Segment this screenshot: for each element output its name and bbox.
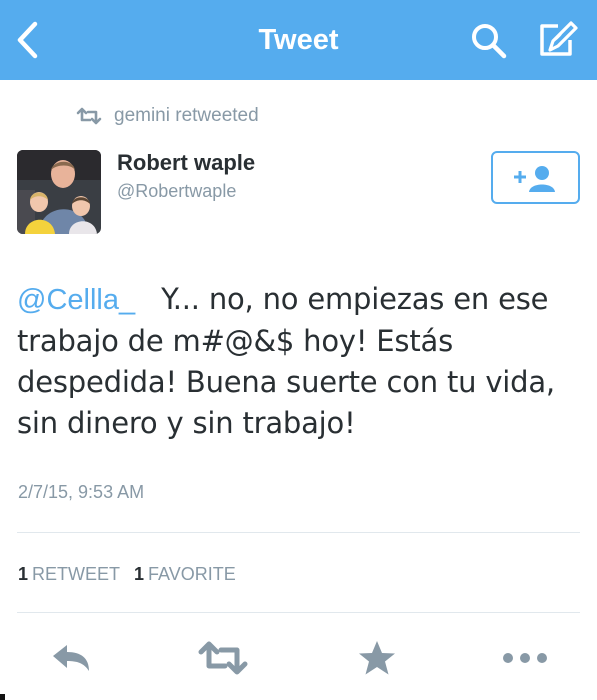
tweet-text: @Cellla_ Y... no, no empiezas en ese trab… xyxy=(17,279,582,444)
author-handle[interactable]: @Robertwaple xyxy=(117,181,236,202)
search-button[interactable] xyxy=(470,22,508,60)
retweet-icon xyxy=(76,107,102,125)
retweet-button[interactable] xyxy=(193,638,253,678)
favorite-count-label: FAVORITE xyxy=(148,564,236,584)
retweet-count-link[interactable]: 1 RETWEET xyxy=(18,564,120,585)
divider xyxy=(17,532,580,533)
tweet-timestamp: 2/7/15, 9:53 AM xyxy=(18,482,145,502)
add-user-icon xyxy=(514,166,555,192)
follow-button[interactable] xyxy=(491,151,580,204)
more-button[interactable] xyxy=(498,638,552,678)
avatar[interactable] xyxy=(17,150,101,234)
divider xyxy=(17,612,580,613)
favorite-button[interactable] xyxy=(352,638,402,678)
author-name[interactable]: Robert waple xyxy=(117,150,255,176)
compose-button[interactable] xyxy=(536,20,578,60)
tweet-detail-screen: Tweet gemini retweeted Robert waple @Rob… xyxy=(0,0,597,700)
reply-button[interactable] xyxy=(46,638,96,678)
edge-mark xyxy=(0,694,5,700)
retweet-count-label: RETWEET xyxy=(32,564,121,584)
reply-icon xyxy=(53,645,89,671)
favorite-count: 1 xyxy=(134,564,145,584)
more-icon xyxy=(503,653,547,663)
favorite-count-link[interactable]: 1 FAVORITE xyxy=(134,564,236,585)
search-icon xyxy=(472,24,507,59)
nav-bar: Tweet xyxy=(0,0,597,80)
retweet-context: gemini retweeted xyxy=(76,104,259,128)
retweet-icon xyxy=(198,641,248,675)
retweet-count: 1 xyxy=(18,564,29,584)
star-icon xyxy=(359,641,395,675)
compose-icon xyxy=(540,21,578,56)
avatar-photo xyxy=(17,150,101,234)
mention-link[interactable]: @Cellla_ xyxy=(17,284,135,316)
tweet-stats: 1 RETWEET 1 FAVORITE xyxy=(18,564,250,585)
retweeted-by-label: gemini retweeted xyxy=(114,105,259,126)
